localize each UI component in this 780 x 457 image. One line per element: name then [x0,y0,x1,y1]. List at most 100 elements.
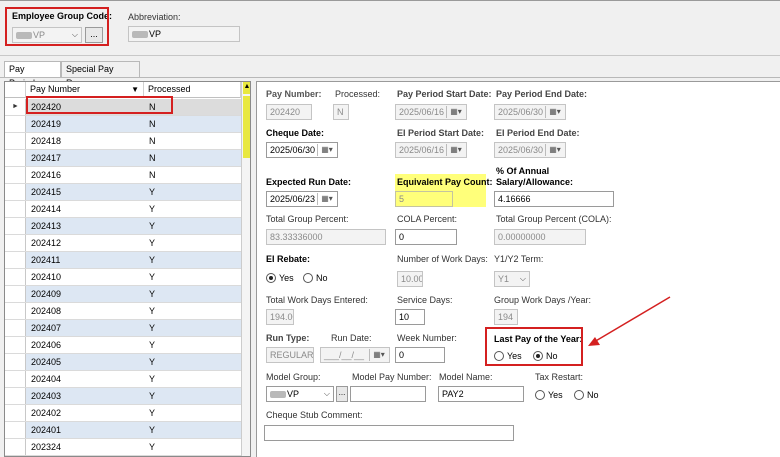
processed-cell[interactable]: N [146,116,241,132]
table-row[interactable]: 202407 Y [5,320,241,337]
pay-number-cell[interactable]: 202413 [28,218,144,234]
pay-number-cell[interactable]: 202409 [28,286,144,302]
pct-annual-salary-field[interactable]: 4.16666 [494,191,614,207]
processed-cell[interactable]: N [146,99,241,115]
cola-percent-field[interactable]: 0 [395,229,457,245]
row-header[interactable] [5,184,26,200]
processed-cell[interactable]: N [146,133,241,149]
table-row[interactable]: 202405 Y [5,354,241,371]
group-code-browse-button[interactable]: ... [85,27,103,43]
last-pay-yes-radio[interactable]: Yes [494,351,522,361]
pay-number-cell[interactable]: 202408 [28,303,144,319]
service-days-field[interactable]: 10 [395,309,425,325]
pay-number-cell[interactable]: 202417 [28,150,144,166]
ei-rebate-no-radio[interactable]: No [303,273,328,283]
processed-cell[interactable]: Y [146,320,241,336]
pay-number-cell[interactable]: 202414 [28,201,144,217]
pay-number-cell[interactable]: 202406 [28,337,144,353]
model-pay-number-field[interactable] [350,386,426,402]
pay-number-cell[interactable]: 202410 [28,269,144,285]
row-header[interactable] [5,371,26,387]
table-row[interactable]: 202408 Y [5,303,241,320]
table-row[interactable]: 202414 Y [5,201,241,218]
row-header[interactable] [5,133,26,149]
pay-number-cell[interactable]: 202415 [28,184,144,200]
pay-number-cell[interactable]: 202402 [28,405,144,421]
calendar-icon[interactable]: ▦▾ [317,144,336,156]
table-row[interactable]: 202403 Y [5,388,241,405]
row-header[interactable] [5,388,26,404]
pay-number-cell[interactable]: 202412 [28,235,144,251]
last-pay-no-radio[interactable]: No [533,351,558,361]
table-row[interactable]: 202418 N [5,133,241,150]
table-row[interactable]: 202413 Y [5,218,241,235]
processed-cell[interactable]: Y [146,269,241,285]
processed-cell[interactable]: Y [146,201,241,217]
table-row[interactable]: 202419 N [5,116,241,133]
processed-cell[interactable]: N [146,167,241,183]
table-row[interactable]: 202401 Y [5,422,241,439]
tab-pay-periods[interactable]: Pay Periods [4,61,61,88]
table-row[interactable]: 202415 Y [5,184,241,201]
table-row[interactable]: 202416 N [5,167,241,184]
pay-number-cell[interactable]: 202401 [28,422,144,438]
row-header[interactable] [5,269,26,285]
model-group-select[interactable]: VP ⌵ [266,386,334,402]
pay-number-cell[interactable]: 202411 [28,252,144,268]
table-row[interactable]: 202406 Y [5,337,241,354]
processed-cell[interactable]: Y [146,405,241,421]
scrollbar-thumb[interactable] [243,96,250,158]
row-header[interactable] [5,354,26,370]
table-row[interactable]: 202409 Y [5,286,241,303]
pay-number-cell[interactable]: 202416 [28,167,144,183]
processed-cell[interactable]: N [146,150,241,166]
row-header[interactable] [5,303,26,319]
processed-cell[interactable]: Y [146,235,241,251]
row-header[interactable] [5,422,26,438]
processed-cell[interactable]: Y [146,439,241,455]
row-header[interactable] [5,218,26,234]
row-header[interactable] [5,116,26,132]
calendar-icon[interactable]: ▦▾ [317,193,336,205]
ei-rebate-yes-radio[interactable]: Yes [266,273,294,283]
row-header[interactable] [5,286,26,302]
row-header[interactable] [5,405,26,421]
row-header[interactable] [5,337,26,353]
row-header[interactable] [5,252,26,268]
pay-number-cell[interactable]: 202324 [28,439,144,455]
processed-cell[interactable]: Y [146,218,241,234]
employee-group-code-select[interactable]: VP ⌵ [12,27,82,43]
pay-number-cell[interactable]: 202418 [28,133,144,149]
row-header[interactable] [5,320,26,336]
table-row[interactable]: 202324 Y [5,439,241,456]
table-row[interactable]: 202417 N [5,150,241,167]
tab-special-pay-runs[interactable]: Special Pay Runs [61,61,140,88]
table-row[interactable]: 202404 Y [5,371,241,388]
processed-cell[interactable]: Y [146,184,241,200]
cheque-date-picker[interactable]: 2025/06/30 ▦▾ [266,142,338,158]
expected-run-date-picker[interactable]: 2025/06/23 ▦▾ [266,191,338,207]
row-header[interactable] [5,201,26,217]
pay-number-cell[interactable]: 202419 [28,116,144,132]
table-row[interactable]: 202410 Y [5,269,241,286]
pay-periods-grid[interactable]: Pay Number ▼ Processed ► 202420 N 202419 N 20… [4,81,251,457]
table-row[interactable]: 202412 Y [5,235,241,252]
pay-number-cell[interactable]: 202420 [28,99,144,115]
tax-restart-no-radio[interactable]: No [574,390,599,400]
processed-cell[interactable]: Y [146,337,241,353]
table-row[interactable]: 202402 Y [5,405,241,422]
processed-cell[interactable]: Y [146,388,241,404]
model-name-field[interactable]: PAY2 [438,386,524,402]
processed-cell[interactable]: Y [146,371,241,387]
table-row[interactable]: 202411 Y [5,252,241,269]
tax-restart-yes-radio[interactable]: Yes [535,390,563,400]
row-header[interactable] [5,439,26,455]
processed-cell[interactable]: Y [146,252,241,268]
processed-cell[interactable]: Y [146,354,241,370]
cheque-stub-comment-field[interactable] [264,425,514,441]
week-number-field[interactable]: 0 [395,347,445,363]
row-header[interactable] [5,167,26,183]
processed-cell[interactable]: Y [146,303,241,319]
pay-number-cell[interactable]: 202407 [28,320,144,336]
row-header[interactable] [5,150,26,166]
